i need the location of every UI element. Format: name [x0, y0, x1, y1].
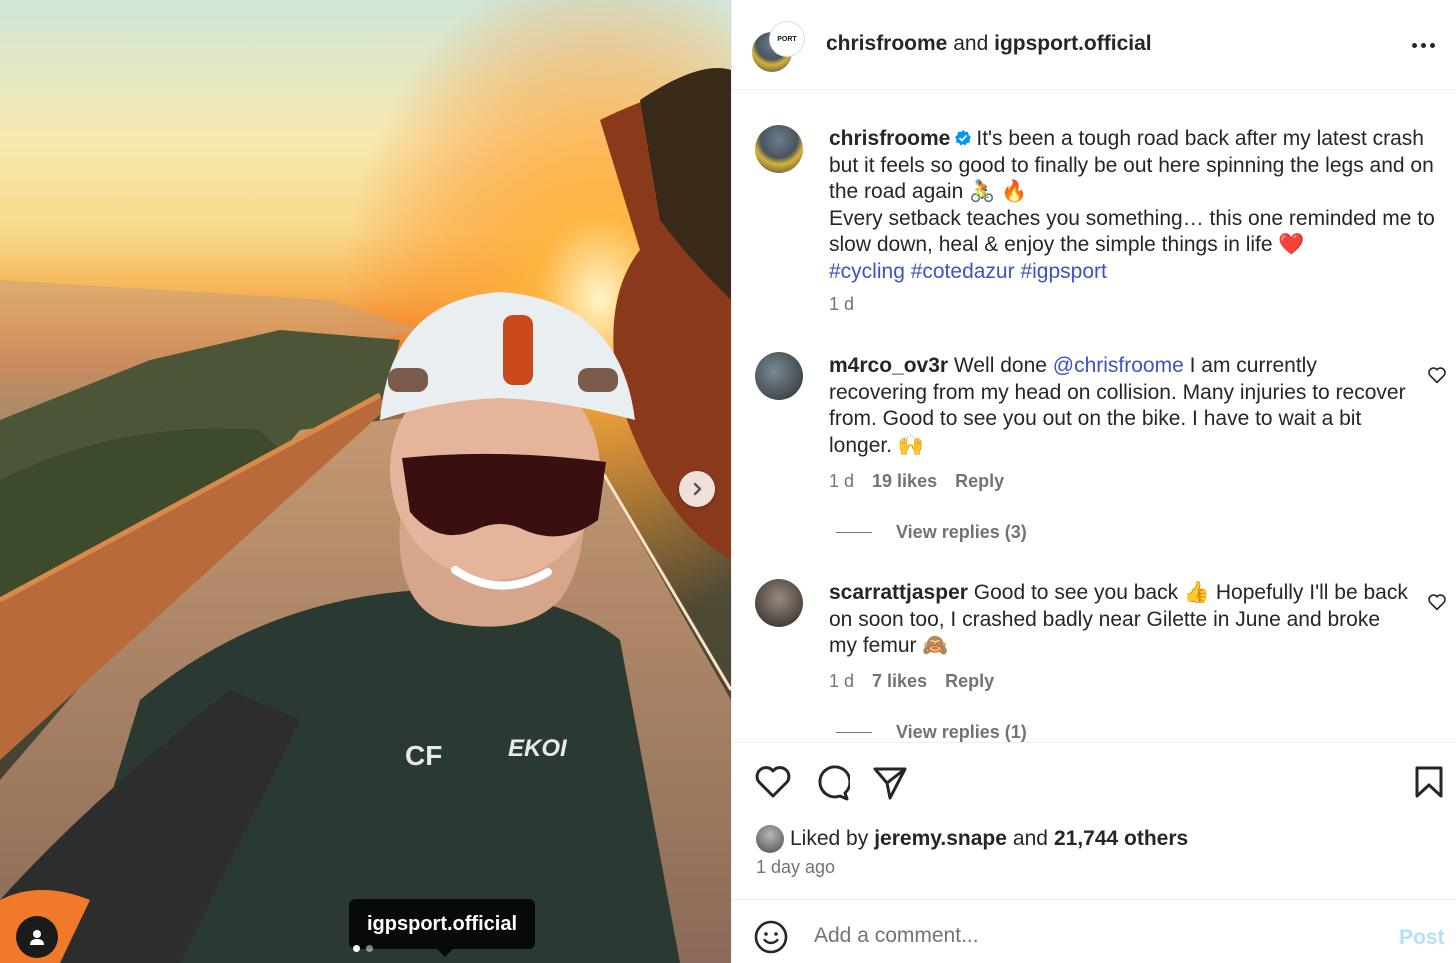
comment-time: 1 d: [829, 671, 855, 691]
comment-avatar[interactable]: [755, 579, 803, 627]
comment-text: scarrattjasper Good to see you back 👍 Ho…: [829, 580, 1409, 660]
post-photo: CF EKOI igpsport.official: [0, 0, 731, 963]
view-replies-label: View replies (1): [896, 722, 1027, 742]
verified-icon: [955, 130, 972, 146]
post-time: 1 day ago: [756, 857, 836, 877]
bookmark-icon[interactable]: [1414, 765, 1444, 799]
carousel-dots: [353, 945, 373, 952]
likes-prefix: Liked by: [790, 827, 869, 850]
view-replies-button[interactable]: View replies (1): [836, 722, 1027, 742]
chevron-right-icon: [693, 482, 702, 496]
jersey-initials: CF: [405, 740, 442, 771]
comment-avatar[interactable]: [755, 352, 803, 400]
comment-body: Well done: [953, 354, 1053, 377]
comment-username[interactable]: m4rco_ov3r: [829, 354, 948, 377]
caption-avatar[interactable]: [755, 125, 803, 173]
liker-username[interactable]: jeremy.snape: [874, 827, 1007, 851]
likes-joiner: and: [1012, 827, 1048, 850]
comment-reply-button[interactable]: Reply: [945, 671, 994, 692]
comment-likes[interactable]: 19 likes: [872, 471, 937, 492]
heart-icon[interactable]: [754, 765, 792, 799]
caption-time: 1 d: [829, 294, 855, 314]
post-actions: Liked by jeremy.snape and 21,744 others …: [732, 742, 1456, 900]
more-icon: [1412, 42, 1417, 48]
likes-summary[interactable]: Liked by jeremy.snape and 21,744 others: [756, 825, 1188, 853]
comment-mention[interactable]: @chrisfroome: [1053, 354, 1184, 377]
jersey-brand: EKOI: [508, 735, 568, 762]
post-header: PORT chrisfroome and igpsport.official: [732, 0, 1456, 90]
comment-time: 1 d: [829, 471, 855, 491]
share-icon[interactable]: [872, 765, 908, 801]
caption-username[interactable]: chrisfroome: [829, 127, 950, 150]
post-side-panel: PORT chrisfroome and igpsport.official c…: [731, 0, 1456, 963]
comment-meta: 1 d 7 likes Reply: [829, 671, 994, 692]
comment-like-heart-icon[interactable]: [1427, 593, 1447, 611]
emoji-icon[interactable]: [754, 920, 788, 954]
caption-hashtags[interactable]: #cycling #cotedazur #igpsport: [829, 260, 1107, 283]
authors-joiner: and: [953, 32, 989, 55]
comment-meta: 1 d 19 likes Reply: [829, 471, 1004, 492]
view-replies-button[interactable]: View replies (3): [836, 522, 1027, 543]
caption-meta: 1 d: [829, 294, 854, 315]
comment-composer: Post: [732, 900, 1456, 963]
more-icon-dot: [1430, 42, 1435, 48]
collab-username[interactable]: igpsport.official: [994, 32, 1152, 55]
comment-like-heart-icon[interactable]: [1427, 366, 1447, 384]
comment-username[interactable]: scarrattjasper: [829, 581, 968, 604]
likes-others[interactable]: 21,744 others: [1054, 827, 1188, 851]
comment-reply-button[interactable]: Reply: [955, 471, 1004, 492]
comment-input[interactable]: [814, 918, 1374, 954]
post-authors: chrisfroome and igpsport.official: [826, 32, 1152, 56]
carousel-dot: [366, 945, 373, 952]
comment-likes[interactable]: 7 likes: [872, 671, 927, 692]
author-username[interactable]: chrisfroome: [826, 32, 947, 55]
collab-avatar[interactable]: PORT: [770, 22, 804, 56]
liker-avatar[interactable]: [756, 825, 784, 853]
comment-icon[interactable]: [814, 765, 850, 801]
carousel-next-button[interactable]: [679, 471, 715, 507]
caption-text: chrisfroome It's been a tough road back a…: [829, 126, 1445, 285]
view-replies-label: View replies (3): [896, 522, 1027, 542]
more-icon-dot: [1421, 42, 1426, 48]
more-options-button[interactable]: [1412, 38, 1440, 52]
carousel-dot-active: [353, 945, 360, 952]
comment-text: m4rco_ov3r Well done @chrisfroome I am c…: [829, 353, 1409, 459]
tagged-users-button[interactable]: [16, 916, 58, 958]
caption-body-2: Every setback teaches you something… thi…: [829, 206, 1435, 257]
user-icon: [30, 930, 44, 945]
post-button[interactable]: Post: [1399, 926, 1445, 950]
comments-list[interactable]: chrisfroome It's been a tough road back a…: [732, 91, 1456, 742]
user-tag-bubble[interactable]: igpsport.official: [349, 899, 535, 957]
photo-scene: CF EKOI: [0, 0, 731, 963]
